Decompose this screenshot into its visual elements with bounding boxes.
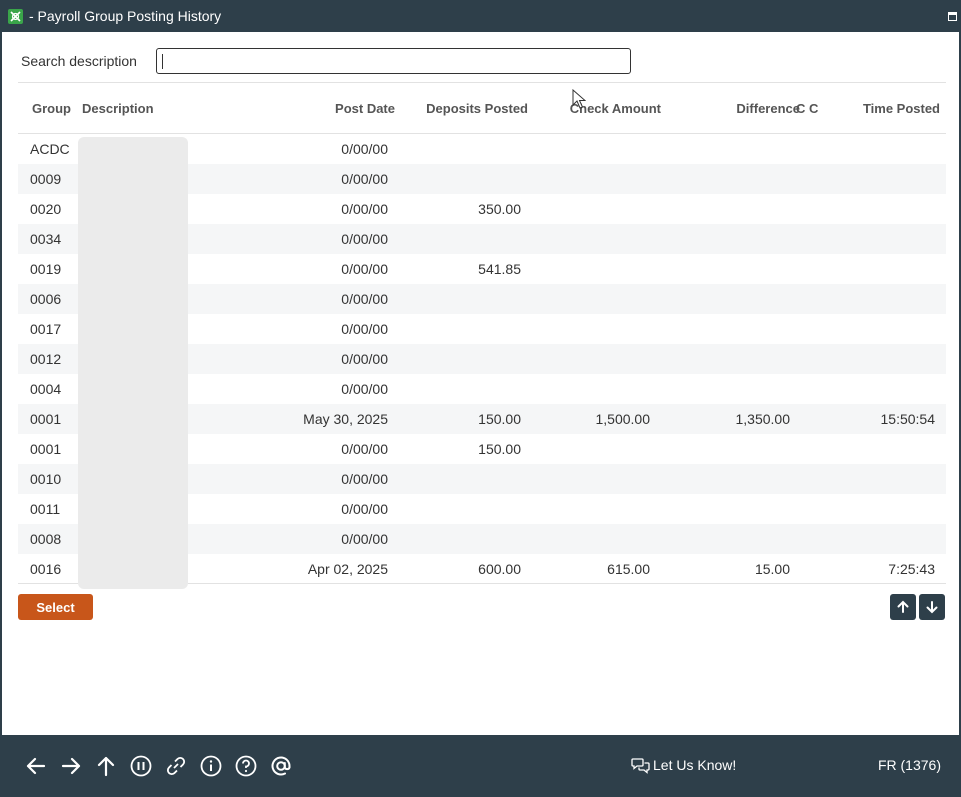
at-sign-icon <box>271 756 291 776</box>
back-button[interactable] <box>24 754 48 778</box>
table-header: Group Description Post Date Deposits Pos… <box>18 84 946 134</box>
pause-icon <box>130 755 152 777</box>
column-header-deposits-posted[interactable]: Deposits Posted <box>426 84 528 134</box>
cell-group: 0011 <box>30 501 61 517</box>
app-logo-icon <box>8 8 23 24</box>
main-panel: Search description Group Description Pos… <box>2 32 959 735</box>
cell-check-amount: 1,500.00 <box>595 411 651 427</box>
cell-post-date: May 30, 2025 <box>303 411 388 427</box>
cell-deposits-posted: 350.00 <box>478 201 521 217</box>
cell-post-date: 0/00/00 <box>341 171 388 187</box>
mouse-pointer-icon <box>572 89 586 109</box>
cell-post-date: 0/00/00 <box>341 531 388 547</box>
cell-group: 0016 <box>30 561 62 577</box>
cell-deposits-posted: 541.85 <box>478 261 521 277</box>
up-arrow-icon <box>97 756 115 777</box>
back-arrow-icon <box>26 757 46 775</box>
chat-bubbles-icon <box>631 757 650 774</box>
cell-post-date: 0/00/00 <box>341 261 388 277</box>
cell-group: 0020 <box>30 201 62 217</box>
cell-group: 0019 <box>30 261 62 277</box>
record-code: FR (1376) <box>877 757 941 773</box>
cell-deposits-posted: 150.00 <box>478 411 521 427</box>
divider <box>18 82 946 83</box>
link-icon <box>166 756 186 776</box>
cell-deposits-posted: 150.00 <box>478 441 521 457</box>
column-header-cc[interactable]: C C <box>796 84 818 134</box>
up-button[interactable] <box>94 754 118 778</box>
cell-difference: 1,350.00 <box>735 411 791 427</box>
cell-post-date: 0/00/00 <box>341 231 388 247</box>
cell-post-date: 0/00/00 <box>341 141 388 157</box>
cell-group: 0001 <box>30 441 62 457</box>
select-button[interactable]: Select <box>18 594 93 620</box>
cell-time-posted: 15:50:54 <box>880 411 936 427</box>
cell-time-posted: 7:25:43 <box>888 561 935 577</box>
info-icon <box>200 755 222 777</box>
cell-post-date: 0/00/00 <box>341 291 388 307</box>
column-header-difference[interactable]: Difference <box>736 84 800 134</box>
text-caret <box>162 54 163 69</box>
arrow-down-icon <box>926 601 938 614</box>
email-button[interactable] <box>269 754 293 778</box>
restore-window-icon[interactable] <box>948 12 957 21</box>
cell-group: 0009 <box>30 171 62 187</box>
cell-group: 0010 <box>30 471 62 487</box>
cell-group: 0006 <box>30 291 62 307</box>
pause-button[interactable] <box>129 754 153 778</box>
redaction-overlay <box>78 137 188 589</box>
feedback-link[interactable]: Let Us Know! <box>631 755 736 775</box>
cell-group: 0001 <box>30 411 62 427</box>
arrow-up-icon <box>897 600 909 613</box>
column-header-time-posted[interactable]: Time Posted <box>863 84 940 134</box>
info-button[interactable] <box>199 754 223 778</box>
cell-post-date: 0/00/00 <box>341 321 388 337</box>
scroll-up-button[interactable] <box>890 594 916 620</box>
forward-arrow-icon <box>61 757 81 775</box>
cell-group: 0017 <box>30 321 62 337</box>
window-title: - Payroll Group Posting History <box>29 8 222 24</box>
cell-post-date: Apr 02, 2025 <box>307 561 388 577</box>
cell-group: 0034 <box>30 231 62 247</box>
cell-post-date: 0/00/00 <box>341 201 388 217</box>
cell-group: 0012 <box>30 351 62 367</box>
cell-post-date: 0/00/00 <box>341 501 388 517</box>
help-button[interactable] <box>234 754 258 778</box>
cell-deposits-posted: 600.00 <box>478 561 521 577</box>
link-button[interactable] <box>164 754 188 778</box>
cell-difference: 15.00 <box>754 561 790 577</box>
cell-post-date: 0/00/00 <box>341 441 388 457</box>
column-header-description[interactable]: Description <box>82 84 154 134</box>
search-description-input[interactable] <box>156 48 631 74</box>
cell-group: ACDC <box>30 141 70 157</box>
column-header-group[interactable]: Group <box>32 84 71 134</box>
cell-post-date: 0/00/00 <box>341 381 388 397</box>
cell-group: 0008 <box>30 531 62 547</box>
search-label: Search description <box>21 53 137 69</box>
cell-group: 0004 <box>30 381 62 397</box>
footer-toolbar: Let Us Know! FR (1376) <box>0 735 961 797</box>
feedback-label: Let Us Know! <box>653 757 737 773</box>
column-header-post-date[interactable]: Post Date <box>335 84 395 134</box>
help-icon <box>235 755 257 777</box>
scroll-down-button[interactable] <box>919 594 945 620</box>
cell-check-amount: 615.00 <box>607 561 650 577</box>
cell-post-date: 0/00/00 <box>341 351 388 367</box>
forward-button[interactable] <box>59 754 83 778</box>
cell-post-date: 0/00/00 <box>341 471 388 487</box>
title-bar: - Payroll Group Posting History <box>0 0 961 32</box>
